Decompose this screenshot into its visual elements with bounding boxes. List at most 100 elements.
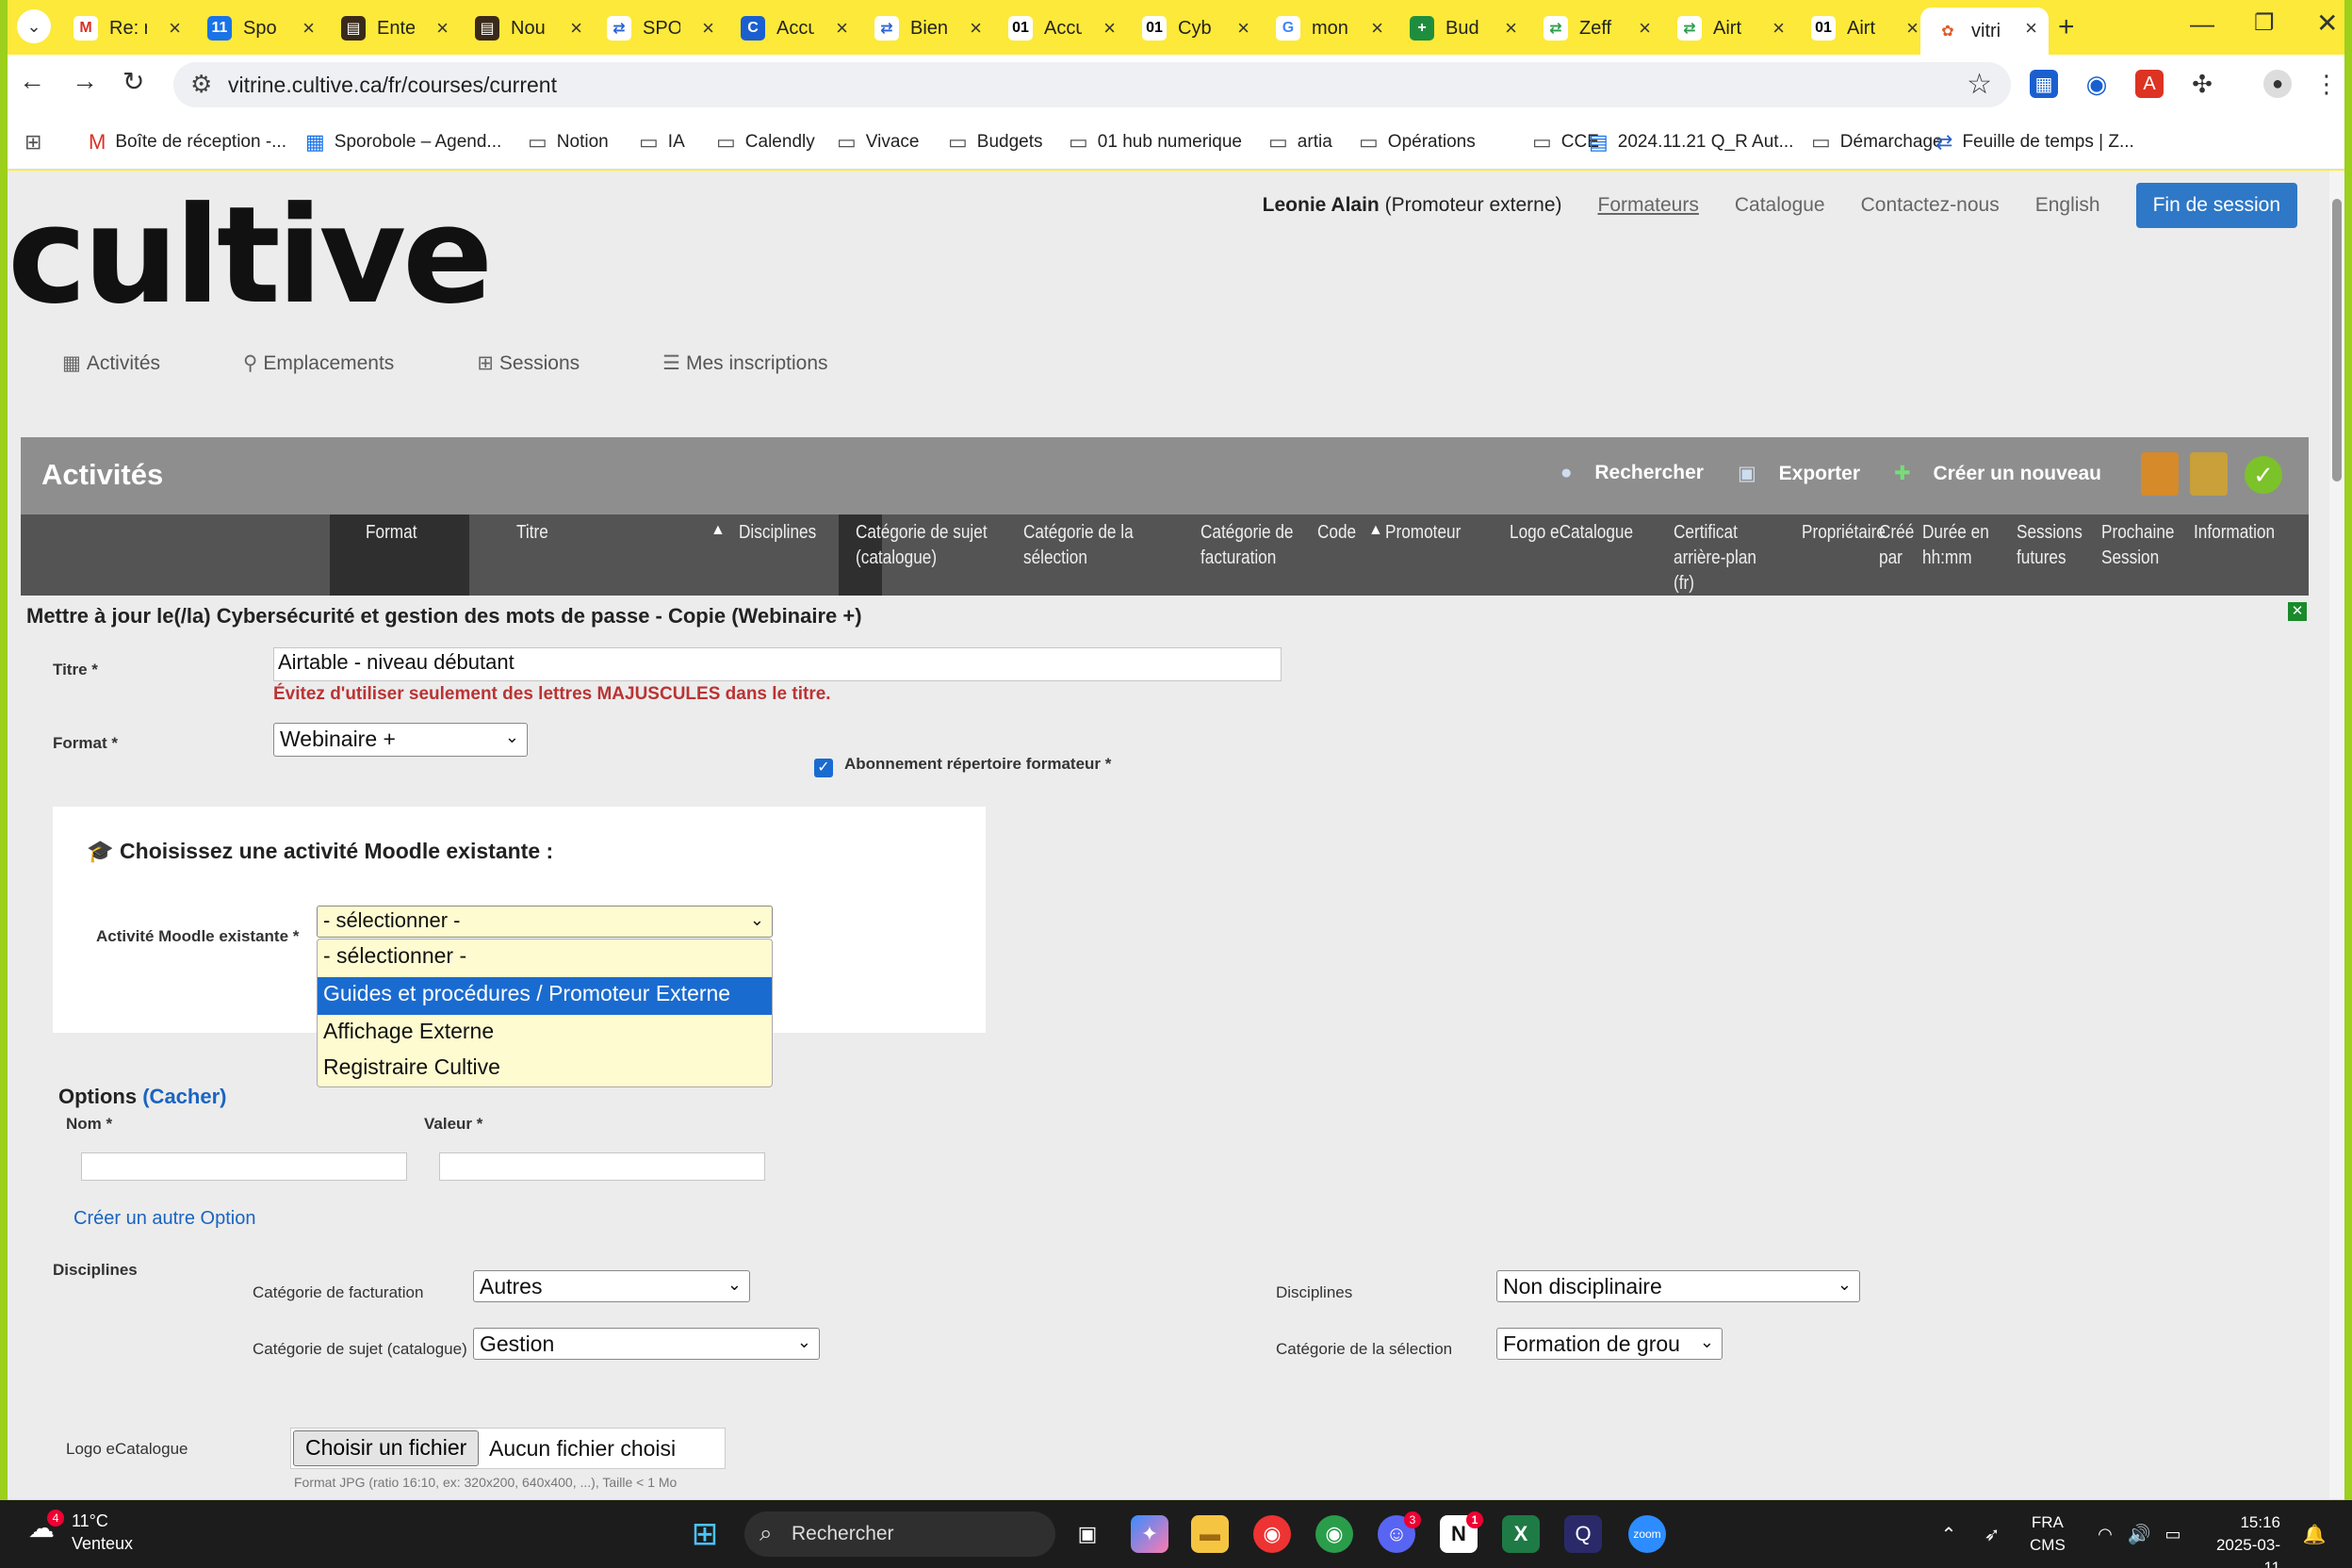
link-formateurs[interactable]: Formateurs [1598, 194, 1699, 217]
column-header[interactable]: Information [2194, 520, 2275, 546]
dropdown-option[interactable]: Registraire Cultive [318, 1051, 772, 1088]
tab-10[interactable]: Gmon × [1261, 8, 1395, 49]
bookmark-item[interactable]: ▭ Vivace [837, 130, 919, 155]
close-tab-icon[interactable]: × [702, 16, 714, 41]
moodle-select[interactable]: - sélectionner - ⌄ [317, 906, 773, 938]
close-tab-icon[interactable]: × [302, 16, 315, 41]
forward-arrow-icon[interactable]: → [72, 66, 98, 96]
copilot-icon[interactable]: ✦ [1131, 1515, 1168, 1553]
taskbar-search[interactable]: ⌕ Rechercher [744, 1511, 1055, 1557]
dropdown-option[interactable]: - sélectionner - [318, 939, 772, 977]
scrollbar-thumb[interactable] [2332, 199, 2342, 482]
tab-search-chevron-icon[interactable]: ⌄ [17, 9, 51, 43]
address-url[interactable]: vitrine.cultive.ca/fr/courses/current [228, 73, 557, 98]
page-scrollbar[interactable] [2329, 171, 2344, 1499]
dropdown-option-highlighted[interactable]: Guides et procédures / Promoteur Externe [318, 977, 772, 1015]
link-contact[interactable]: Contactez-nous [1861, 194, 2000, 217]
create-new-button[interactable]: ✚ Créer un nouveau [1877, 462, 2101, 485]
windows-start-icon[interactable]: ⊞ [686, 1515, 724, 1553]
tab-5[interactable]: ⇄ SPO × [592, 8, 726, 49]
billing-select[interactable]: Autres ⌄ [473, 1270, 750, 1302]
column-header[interactable]: Durée en hh:mm [1922, 520, 1989, 571]
close-tab-icon[interactable]: × [1906, 16, 1919, 41]
notion-icon[interactable]: N1 [1440, 1511, 1483, 1553]
archive-cabinet-icon[interactable] [2141, 452, 2179, 496]
tab-6[interactable]: C Accu × [726, 8, 859, 49]
app-q-icon[interactable]: Q [1564, 1515, 1602, 1553]
tab-9[interactable]: 01 Cyb × [1127, 8, 1261, 49]
bookmark-item[interactable]: ▭ Budgets [948, 130, 1043, 155]
check-circle-icon[interactable]: ✓ [2245, 456, 2282, 494]
column-header[interactable]: Catégorie de la sélection [1023, 520, 1134, 571]
bookmark-item[interactable]: ▭ Opérations [1359, 130, 1476, 155]
column-header[interactable]: Certificat arrière-plan (fr) [1674, 520, 1756, 596]
bookmark-item[interactable]: ▭ artia [1268, 130, 1332, 155]
column-header[interactable]: Titre [516, 520, 548, 546]
tab-2[interactable]: 11 Spo × [192, 8, 326, 49]
approve-list-icon[interactable] [2190, 452, 2228, 496]
nav-locations[interactable]: ⚲ Emplacements [243, 351, 435, 375]
sort-up-icon[interactable]: ▲ [710, 522, 726, 539]
file-input[interactable]: Choisir un fichier Aucun fichier choisi [290, 1428, 726, 1469]
close-tab-icon[interactable]: × [436, 16, 449, 41]
search-button[interactable]: ● Rechercher [1544, 462, 1704, 485]
tab-11[interactable]: + Bud × [1395, 8, 1528, 49]
column-header[interactable]: Format [366, 520, 416, 546]
bookmark-item[interactable]: ▤ 2024.11.21 Q_R Aut... [1589, 130, 1793, 155]
column-header[interactable]: Propriétaire [1802, 520, 1886, 546]
tab-8[interactable]: 01 Accu × [993, 8, 1127, 49]
bookmark-item[interactable]: ▭ Notion [528, 130, 609, 155]
nav-activities[interactable]: ▦ Activités [62, 351, 202, 375]
profile-avatar[interactable]: ● [2263, 70, 2292, 98]
export-button[interactable]: ▣ Exporter [1721, 462, 1860, 485]
nav-registrations[interactable]: ☰ Mes inscriptions [662, 351, 869, 375]
tab-12[interactable]: ⇄ Zeff × [1528, 8, 1662, 49]
clock[interactable]: 15:16 2025-03-11 [2201, 1511, 2280, 1568]
close-tab-icon[interactable]: × [1505, 16, 1517, 41]
bookmark-star-icon[interactable]: ☆ [1967, 68, 1992, 101]
location-icon[interactable]: ➶ [1973, 1515, 2011, 1553]
bookmark-item[interactable]: ▦ Sporobole – Agend... [305, 130, 501, 155]
chrome-profile-icon[interactable]: ◉ [1315, 1515, 1353, 1553]
restore-button[interactable]: ❐ [2254, 9, 2275, 37]
close-tab-icon[interactable]: × [2025, 16, 2037, 41]
extension-circle-icon[interactable]: ◉ [2082, 70, 2111, 98]
bookmark-item[interactable]: M Boîte de réception -... [89, 130, 286, 155]
close-tab-icon[interactable]: × [169, 16, 181, 41]
bookmark-item[interactable]: ▭ 01 hub numerique [1069, 130, 1242, 155]
reload-icon[interactable]: ↻ [122, 66, 144, 97]
column-header[interactable]: Prochaine Session [2101, 520, 2174, 571]
extension-tasks-icon[interactable]: ▦ [2030, 70, 2058, 98]
logout-button[interactable]: Fin de session [2135, 183, 2297, 228]
bookmark-item[interactable]: ▭ Calendly [716, 130, 815, 155]
extensions-puzzle-icon[interactable]: ✣ [2188, 70, 2216, 98]
close-window-button[interactable]: ✕ [2316, 8, 2338, 39]
tab-13[interactable]: ⇄ Airt × [1662, 8, 1796, 49]
title-input[interactable]: Airtable - niveau débutant [273, 647, 1282, 681]
nav-sessions[interactable]: ⊞ Sessions [477, 351, 621, 375]
site-info-icon[interactable]: ⚙ [190, 70, 212, 99]
battery-icon[interactable]: ▭ [2154, 1515, 2192, 1553]
close-tab-icon[interactable]: × [970, 16, 982, 41]
zoom-icon[interactable]: zoom [1628, 1515, 1666, 1553]
subscription-checkbox[interactable]: ✓ [814, 759, 833, 777]
column-header[interactable]: Catégorie de facturation [1200, 520, 1293, 571]
column-header[interactable]: Logo eCatalogue [1510, 520, 1633, 546]
bookmark-item[interactable]: ⇄ Feuille de temps | Z... [1936, 130, 2134, 155]
tab-14[interactable]: 01 Airt × [1796, 8, 1930, 49]
task-view-icon[interactable]: ▣ [1069, 1515, 1106, 1553]
option-value-input[interactable] [439, 1152, 765, 1181]
create-option-link[interactable]: Créer un autre Option [74, 1208, 255, 1230]
tab-4[interactable]: ▤ Nou × [460, 8, 594, 49]
format-select[interactable]: Webinaire + ⌄ [273, 723, 528, 757]
file-explorer-icon[interactable]: ▬ [1191, 1515, 1229, 1553]
bookmark-item[interactable]: ▭ IA [639, 130, 685, 155]
close-tab-icon[interactable]: × [570, 16, 582, 41]
apps-grid-icon[interactable]: ⊞ [24, 130, 51, 155]
column-header[interactable]: Promoteur [1385, 520, 1461, 546]
tab-7[interactable]: ⇄ Bien × [859, 8, 993, 49]
extension-pdf-icon[interactable]: A [2135, 70, 2164, 98]
close-form-icon[interactable]: ✕ [2288, 602, 2307, 621]
wifi-icon[interactable]: ◠ [2086, 1515, 2124, 1553]
discord-icon[interactable]: ☺ 3 [1378, 1511, 1421, 1553]
